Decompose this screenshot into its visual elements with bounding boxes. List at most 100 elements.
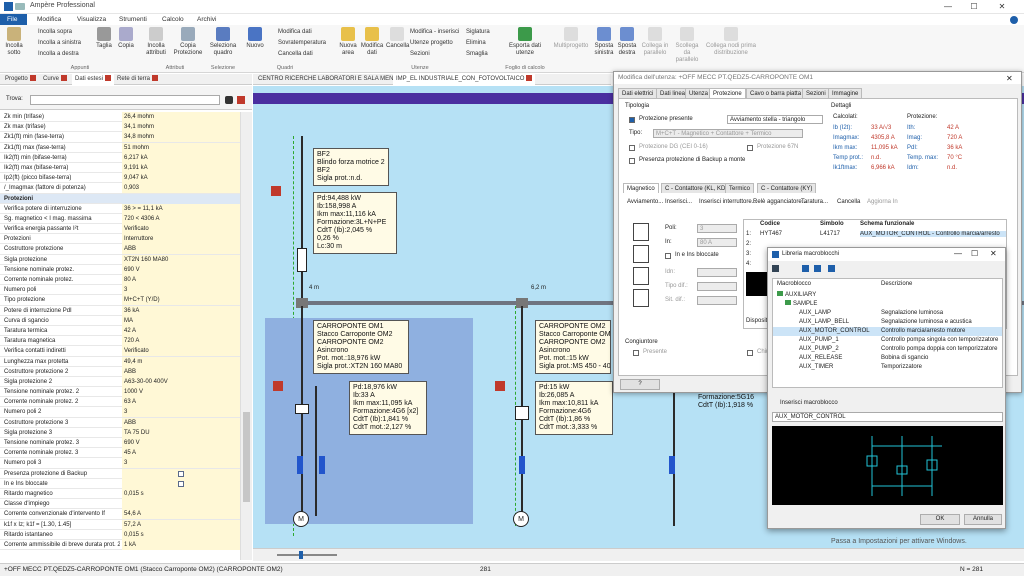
tab-imp-industriale[interactable]: IMP_EL INDUSTRIALE_CON_FOTOVOLTAICO [393,74,536,85]
maximize-icon[interactable]: ☐ [971,249,978,258]
property-value[interactable]: 57,2 A [122,519,240,530]
property-value[interactable]: M+C+T (Y/D) [122,295,240,306]
property-row[interactable]: In e Ins bloccate [0,478,240,489]
zoom-slider[interactable] [277,554,337,556]
relay-symbol[interactable] [669,456,675,474]
close-tab-icon[interactable] [105,75,112,82]
tab-progetto[interactable]: Progetto [2,74,39,85]
property-row[interactable]: /_Imagmax (fattore di potenza) 0,903 [0,183,240,194]
grid-scrollbar[interactable] [240,112,252,560]
om1-breaker-symbol[interactable] [273,381,283,391]
property-value[interactable]: 45 A [122,448,240,459]
prot-67n-checkbox[interactable] [747,145,753,151]
property-value[interactable]: Verificato [122,224,240,235]
property-row[interactable]: Protezioni Interruttore [0,234,240,245]
macroblock-item[interactable]: AUX_PUMP_2 Controllo pompa doppia con tem… [773,345,1002,354]
copia-protezione-button[interactable]: Copia Protezione [172,27,204,57]
property-value[interactable]: 690 V [122,264,240,275]
tab-modifica[interactable]: Modifica [30,14,68,25]
relay-symbol[interactable] [519,456,525,474]
tree-sample[interactable]: SAMPLE [785,300,817,307]
tab-cavo[interactable]: Cavo o barra piatta [746,88,806,98]
contactor-symbol[interactable] [295,404,309,414]
property-row[interactable]: Curva di sgancio MA [0,315,240,326]
incolla-sinistra-button[interactable]: Incolla a sinistra [38,40,81,46]
property-value[interactable] [122,193,240,204]
ok-button[interactable]: OK [920,514,960,525]
om3-calc-box[interactable]: Formazione:5G16 CdtT (Ib):1,918 % [695,392,765,412]
subtab-contattore-kl[interactable]: C - Contattore (KL, KD) [661,183,732,193]
property-value[interactable]: 6,217 kA [122,152,240,163]
property-value[interactable]: 36 > = 11,1 kA [122,203,240,214]
property-row[interactable]: Verifica potere di interruzione 36 > = 11… [0,203,240,214]
breaker-symbol[interactable] [271,186,281,196]
tab-curve[interactable]: Curve [40,74,70,85]
property-value[interactable]: ABB [122,417,240,428]
property-row[interactable]: Presenza protezione di Backup [0,468,240,479]
property-value[interactable]: Verificato [122,346,240,357]
clear-search-icon[interactable] [237,96,245,104]
property-value[interactable]: 26,4 mohm [122,112,240,122]
property-value[interactable]: 0,903 [122,183,240,194]
property-value[interactable]: ABB [122,366,240,377]
close-tab-icon[interactable] [29,75,36,82]
property-row[interactable]: Zk1(ft) min (fase-terra) 34,8 mohm [0,132,240,143]
property-row[interactable]: Numero poli 2 3 [0,407,240,418]
tab-calcolo[interactable]: Calcolo [155,14,191,25]
tool-button[interactable]: Taratura... [801,199,828,205]
tab-dati-elettrici[interactable]: Dati elettrici [618,88,658,98]
property-row[interactable]: Ik2(ft) max (bifase-terra) 9,191 kA [0,162,240,174]
dialog-close-icon[interactable]: ✕ [1006,74,1013,83]
property-row[interactable]: Potere di interruzione PdI 36 kA [0,305,240,316]
property-row[interactable]: Verifica energia passante I²t Verificato [0,224,240,235]
utenze-progetto-button[interactable]: Utenze progetto [410,40,453,46]
in-select[interactable]: 80 A [697,238,737,247]
tab-archivi[interactable]: Archivi [190,14,224,25]
tipo-select[interactable]: M+C+T - Magnetico + Contattore + Termico [653,129,803,138]
property-value[interactable]: 0,015 s [122,488,240,499]
tool-button[interactable]: Avviamento... [627,199,663,205]
siglatura-button[interactable]: Siglatura [466,29,490,35]
property-value[interactable]: A63-30-00 400V [122,376,240,387]
subtab-contattore-ky[interactable]: C - Contattore (KY) [757,183,817,193]
property-row[interactable]: k1f x Iz; k1f = [1.30, 1.45] 57,2 A [0,519,240,530]
close-tab-icon[interactable] [152,75,159,82]
tool-button[interactable]: Cancella [837,199,860,205]
property-row[interactable]: Zk1(ft) max (fase-terra) 51 mohm [0,142,240,153]
protezione-presente-checkbox[interactable] [629,117,635,123]
property-row[interactable]: Ip2(ft) (picco bifase-terra) 9,047 kA [0,173,240,184]
zoom-slider-thumb[interactable] [299,551,303,559]
sit-diff-select[interactable] [697,296,737,305]
property-value[interactable]: TA 75 DU [122,427,240,438]
prot-dg-checkbox[interactable] [629,145,635,151]
property-row[interactable]: Taratura magnetica 720 A [0,336,240,347]
bf2-calc-box[interactable]: Pd:94,488 kW Ib:158,998 A Ikm max:11,116 … [313,192,397,254]
row-codice[interactable]: HYT467 [760,231,782,237]
tree-auxiliary[interactable]: AUXILIARY [777,291,816,298]
close-icon[interactable]: ✕ [990,249,997,258]
property-row[interactable]: Tipo protezione M+C+T (Y/D) [0,295,240,306]
property-value[interactable] [122,478,240,489]
macroblock-item[interactable]: AUX_TIMER Temporizzatore [773,363,1002,372]
collega-parallelo-button[interactable]: Collega in parallelo [640,27,670,57]
subtab-magnetico[interactable]: Magnetico [623,183,659,193]
macroblock-item[interactable]: AUX_MOTOR_CONTROL Controllo marcia/arrest… [773,327,1002,336]
property-row[interactable]: Ritardo istantaneo 0,015 s [0,529,240,540]
nuova-area-button[interactable]: Nuova area [336,27,360,57]
sovratemperatura-button[interactable]: Sovratemperatura [278,40,326,46]
property-row[interactable]: Costruttore protezione 2 ABB [0,366,240,377]
incolla-sopra-button[interactable]: Incolla sopra [38,29,72,35]
tool-button[interactable]: Inserisci... [665,199,692,205]
property-row[interactable]: Sigla protezione XT2N 160 MA80 [0,254,240,265]
pole-symbol[interactable] [633,245,649,263]
pole-symbol[interactable] [633,223,649,241]
cancel-button[interactable]: Annulla [964,514,1002,525]
close-tab-icon[interactable] [526,75,533,82]
property-value[interactable]: 80 A [122,275,240,285]
incolla-destra-button[interactable]: Incolla a destra [38,51,79,57]
om2-calc-box[interactable]: Pd:15 kW Ib:26,085 A Ikm max:10,811 kA For… [535,381,613,435]
canvas-scrollbar[interactable] [253,548,1024,561]
macroblock-item[interactable]: AUX_PUMP_1 Controllo pompa singola con te… [773,336,1002,345]
om2-info-box[interactable]: CARROPONTE OM2 Stacco Carroponte OM2 CARR… [535,320,611,374]
search-input[interactable] [30,95,220,105]
